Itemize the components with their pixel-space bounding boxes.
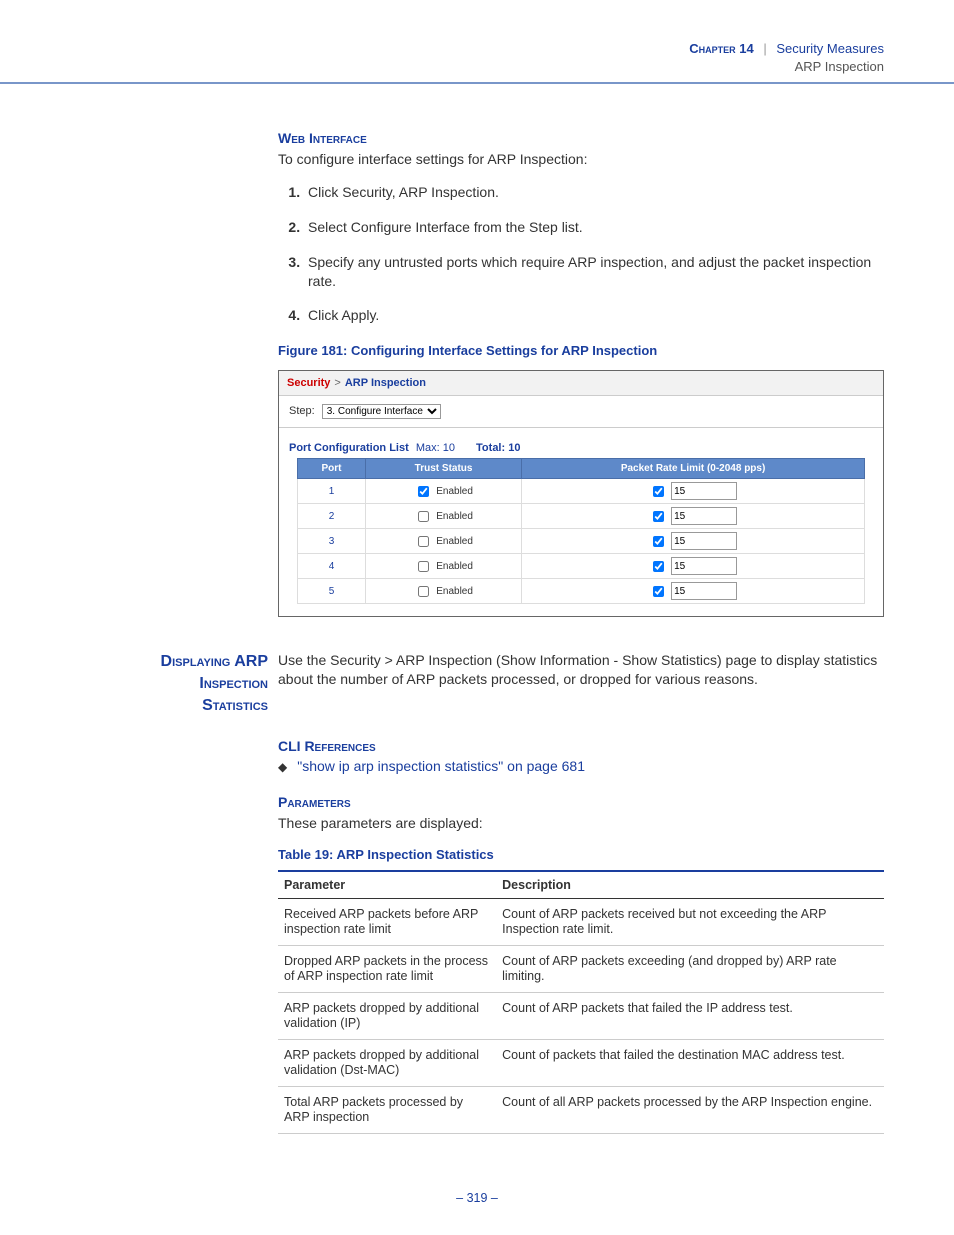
param-desc: Count of all ARP packets processed by th… xyxy=(496,1087,884,1134)
rate-checkbox[interactable] xyxy=(653,561,664,572)
enabled-label: Enabled xyxy=(436,486,473,497)
rate-cell xyxy=(522,554,865,579)
breadcrumb-page: ARP Inspection xyxy=(345,377,426,389)
rate-cell xyxy=(522,504,865,529)
step-item: Click Security, ARP Inspection. xyxy=(304,183,884,202)
step-item: Click Apply. xyxy=(304,306,884,325)
figure-step-row: Step: 3. Configure Interface xyxy=(279,396,883,428)
port-cell: 3 xyxy=(298,529,366,554)
table-row: 1 Enabled xyxy=(298,479,865,504)
cli-refs-list: "show ip arp inspection statistics" on p… xyxy=(278,758,884,774)
param-name: Total ARP packets processed by ARP inspe… xyxy=(278,1087,496,1134)
page-header: Chapter 14 | Security Measures ARP Inspe… xyxy=(689,40,884,76)
table-row: 4 Enabled xyxy=(298,554,865,579)
step-item: Select Configure Interface from the Step… xyxy=(304,218,884,237)
enabled-label: Enabled xyxy=(436,561,473,572)
header-title: Security Measures xyxy=(776,41,884,56)
param-name: Dropped ARP packets in the process of AR… xyxy=(278,946,496,993)
port-cell: 5 xyxy=(298,579,366,604)
trust-checkbox[interactable] xyxy=(418,561,429,572)
enabled-label: Enabled xyxy=(436,586,473,597)
port-config-table: Port Trust Status Packet Rate Limit (0-2… xyxy=(297,458,865,604)
param-desc: Count of ARP packets exceeding (and drop… xyxy=(496,946,884,993)
cli-ref-link[interactable]: "show ip arp inspection statistics" on p… xyxy=(297,758,585,774)
rate-checkbox[interactable] xyxy=(653,586,664,597)
header-rule xyxy=(0,82,954,84)
rate-input[interactable] xyxy=(671,532,737,550)
param-desc: Count of ARP packets that failed the IP … xyxy=(496,993,884,1040)
figure-caption: Figure 181: Configuring Interface Settin… xyxy=(278,343,884,358)
header-separator: | xyxy=(763,41,766,56)
param-name: ARP packets dropped by additional valida… xyxy=(278,1040,496,1087)
header-subtitle: ARP Inspection xyxy=(689,58,884,76)
param-table-header-param: Parameter xyxy=(278,871,496,899)
param-row: ARP packets dropped by additional valida… xyxy=(278,993,884,1040)
page-number: – 319 – xyxy=(0,1191,954,1205)
section-side-heading: Displaying ARP Inspection Statistics xyxy=(60,651,278,716)
parameters-heading: Parameters xyxy=(278,794,884,810)
trust-cell: Enabled xyxy=(366,554,522,579)
trust-cell: Enabled xyxy=(366,504,522,529)
rate-input[interactable] xyxy=(671,507,737,525)
chapter-label: Chapter 14 xyxy=(689,41,753,56)
rate-cell xyxy=(522,529,865,554)
param-row: Total ARP packets processed by ARP inspe… xyxy=(278,1087,884,1134)
param-table-title: Table 19: ARP Inspection Statistics xyxy=(278,847,884,862)
rate-cell xyxy=(522,479,865,504)
param-row: ARP packets dropped by additional valida… xyxy=(278,1040,884,1087)
parameters-intro: These parameters are displayed: xyxy=(278,814,884,833)
rate-input[interactable] xyxy=(671,582,737,600)
step-item: Specify any untrusted ports which requir… xyxy=(304,253,884,291)
param-table-header-desc: Description xyxy=(496,871,884,899)
figure-screenshot: Security>ARP Inspection Step: 3. Configu… xyxy=(278,370,884,617)
table-row: 3 Enabled xyxy=(298,529,865,554)
trust-checkbox[interactable] xyxy=(418,536,429,547)
step-label: Step: xyxy=(289,405,315,417)
rate-checkbox[interactable] xyxy=(653,536,664,547)
rate-checkbox[interactable] xyxy=(653,486,664,497)
enabled-label: Enabled xyxy=(436,536,473,547)
param-table: Parameter Description Received ARP packe… xyxy=(278,870,884,1134)
trust-checkbox[interactable] xyxy=(418,586,429,597)
param-name: ARP packets dropped by additional valida… xyxy=(278,993,496,1040)
port-list-label: Port Configuration List Max: 10 Total: 1… xyxy=(279,428,883,458)
table-row: 5 Enabled xyxy=(298,579,865,604)
trust-cell: Enabled xyxy=(366,579,522,604)
param-name: Received ARP packets before ARP inspecti… xyxy=(278,899,496,946)
port-cell: 2 xyxy=(298,504,366,529)
steps-list: Click Security, ARP Inspection. Select C… xyxy=(278,183,884,325)
enabled-label: Enabled xyxy=(436,511,473,522)
param-row: Dropped ARP packets in the process of AR… xyxy=(278,946,884,993)
rate-cell xyxy=(522,579,865,604)
port-cell: 4 xyxy=(298,554,366,579)
rate-input[interactable] xyxy=(671,557,737,575)
trust-cell: Enabled xyxy=(366,529,522,554)
section-body: Use the Security > ARP Inspection (Show … xyxy=(278,651,884,689)
table-row: 2 Enabled xyxy=(298,504,865,529)
web-interface-intro: To configure interface settings for ARP … xyxy=(278,150,884,169)
param-row: Received ARP packets before ARP inspecti… xyxy=(278,899,884,946)
trust-cell: Enabled xyxy=(366,479,522,504)
trust-checkbox[interactable] xyxy=(418,486,429,497)
rate-checkbox[interactable] xyxy=(653,511,664,522)
breadcrumb-security: Security xyxy=(287,377,330,389)
step-select[interactable]: 3. Configure Interface xyxy=(322,404,441,419)
web-interface-heading: Web Interface xyxy=(278,130,884,146)
col-rate: Packet Rate Limit (0-2048 pps) xyxy=(522,459,865,479)
cli-refs-heading: CLI References xyxy=(278,738,884,754)
param-desc: Count of packets that failed the destina… xyxy=(496,1040,884,1087)
rate-input[interactable] xyxy=(671,482,737,500)
col-trust: Trust Status xyxy=(366,459,522,479)
trust-checkbox[interactable] xyxy=(418,511,429,522)
figure-breadcrumb: Security>ARP Inspection xyxy=(279,371,883,396)
param-desc: Count of ARP packets received but not ex… xyxy=(496,899,884,946)
port-cell: 1 xyxy=(298,479,366,504)
col-port: Port xyxy=(298,459,366,479)
